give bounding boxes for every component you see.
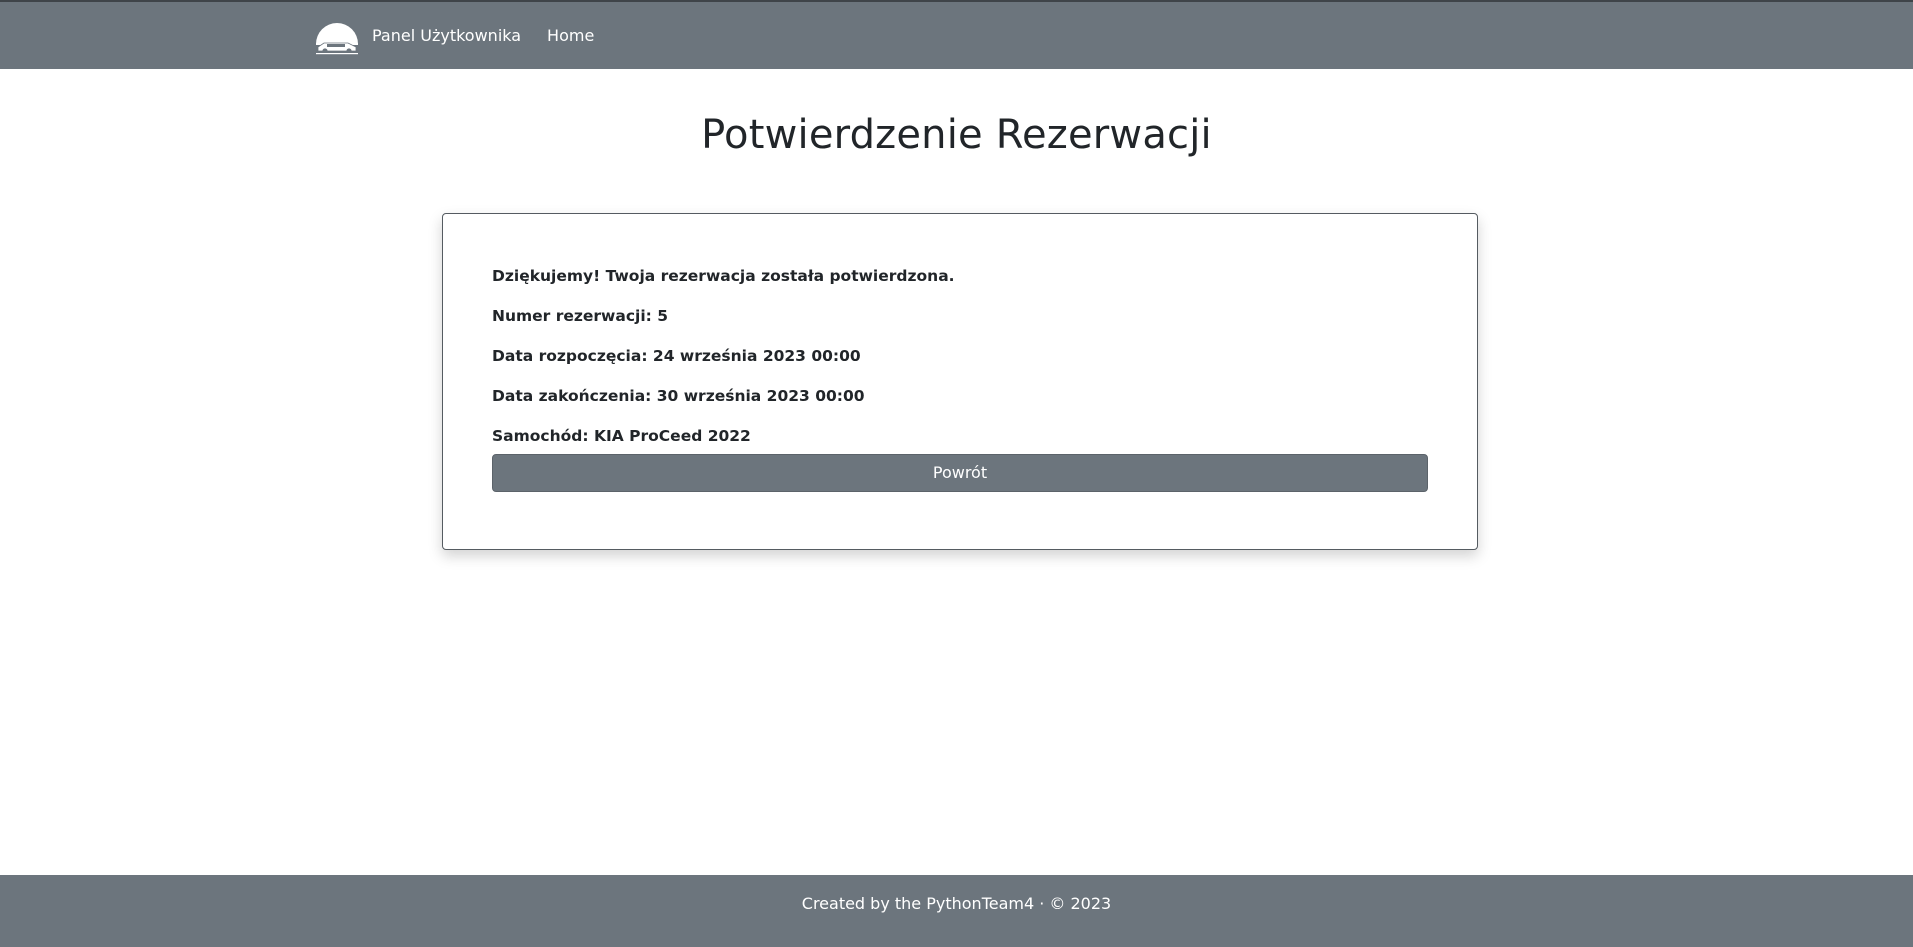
footer-text: Created by the PythonTeam4 · © 2023 (801, 894, 1112, 913)
navbar-content: Panel Użytkownika Home (314, 2, 620, 69)
nav-link-home[interactable]: Home (547, 26, 594, 45)
confirmation-card: Dziękujemy! Twoja rezerwacja została pot… (442, 213, 1478, 550)
footer: Created by the PythonTeam4 · © 2023 (0, 875, 1913, 947)
reservation-number: Numer rezerwacji: 5 (492, 307, 669, 325)
nav-link-user-panel[interactable]: Panel Użytkownika (372, 26, 521, 45)
top-navbar: Panel Użytkownika Home (0, 0, 1913, 69)
start-date: Data rozpoczęcia: 24 września 2023 00:00 (492, 347, 861, 365)
back-button[interactable]: Powrót (492, 454, 1428, 492)
end-date: Data zakończenia: 30 września 2023 00:00 (492, 387, 865, 405)
car-logo-icon[interactable] (314, 16, 360, 56)
page-title: Potwierdzenie Rezerwacji (701, 112, 1212, 158)
thank-you-message: Dziękujemy! Twoja rezerwacja została pot… (492, 267, 955, 285)
